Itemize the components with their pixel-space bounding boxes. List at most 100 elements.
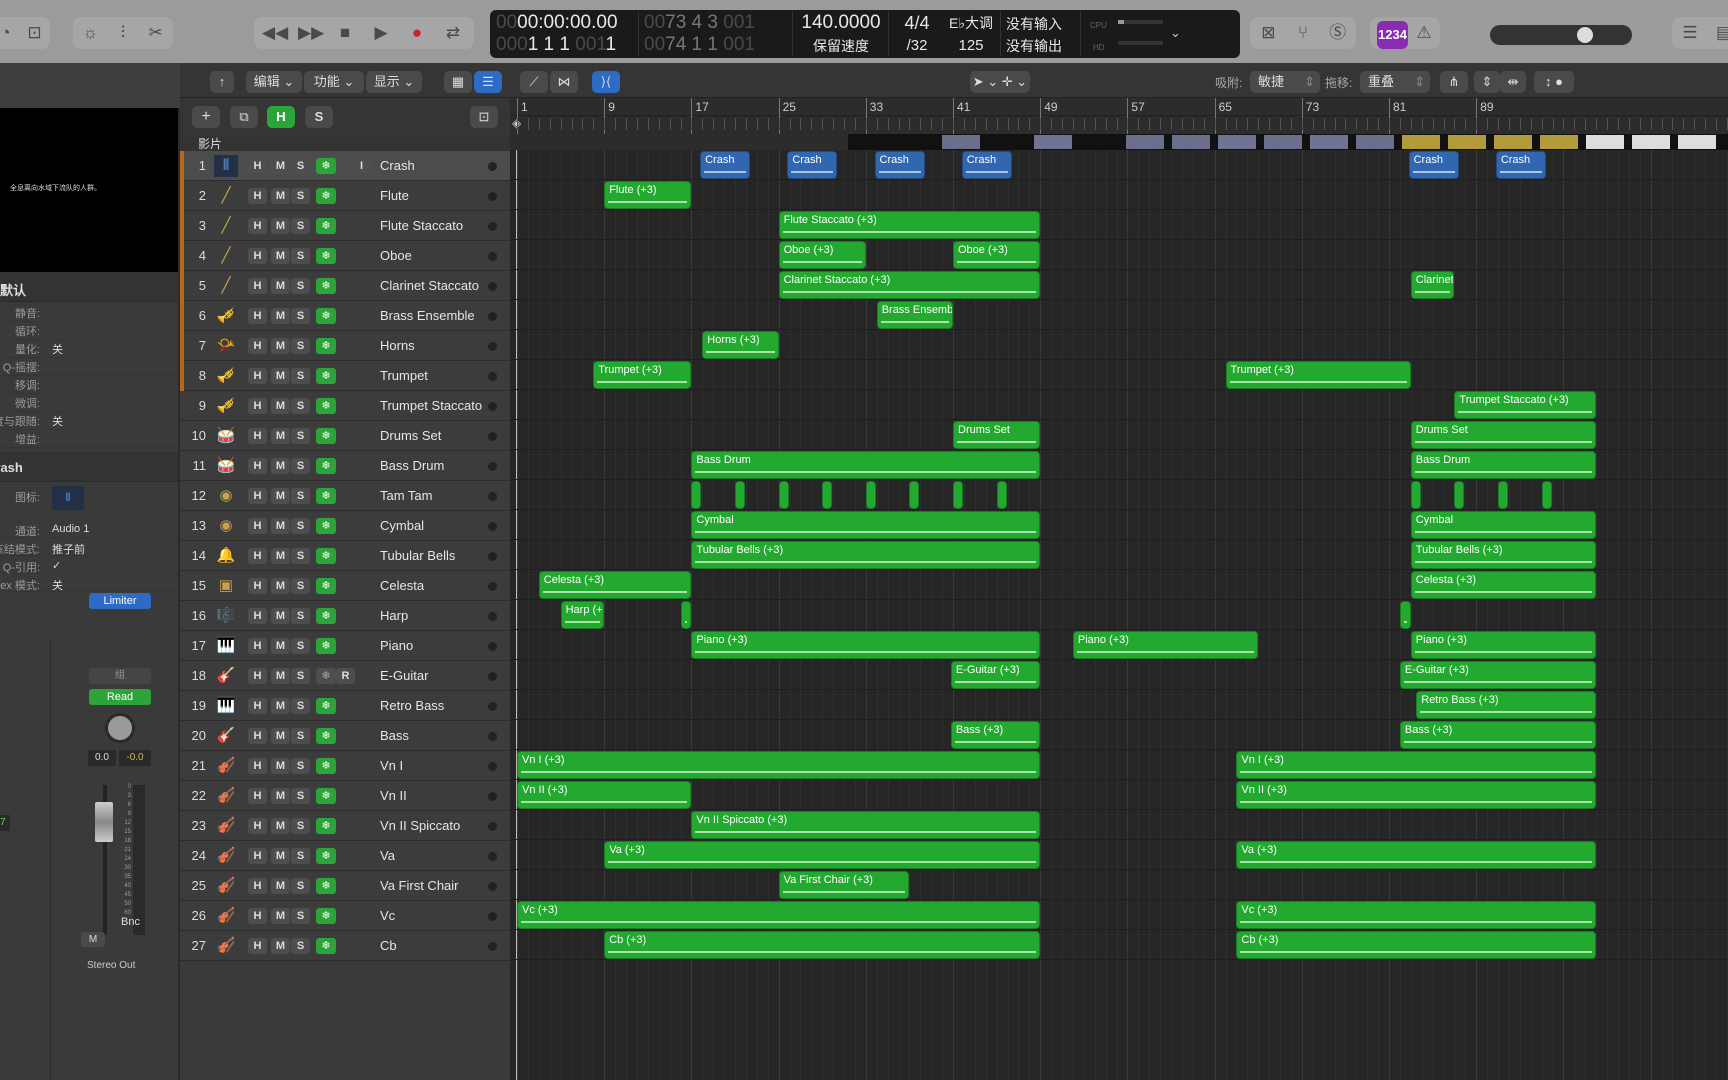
- audio-region[interactable]: Crash: [787, 151, 838, 179]
- mute-button[interactable]: M: [271, 728, 290, 744]
- forward-icon[interactable]: ▶▶: [298, 17, 324, 49]
- track-name[interactable]: Horns: [380, 338, 415, 353]
- midi-region[interactable]: Va First Chair (+3): [778, 871, 910, 899]
- bass-guitar-icon[interactable]: 🎸: [214, 725, 238, 747]
- solo-button[interactable]: S: [291, 818, 310, 834]
- solo-button[interactable]: S: [291, 848, 310, 864]
- record-icon[interactable]: ●: [406, 17, 428, 49]
- bells-icon[interactable]: 🔔: [214, 545, 238, 567]
- stop-icon[interactable]: ■: [334, 17, 356, 49]
- mute-button[interactable]: M: [271, 908, 290, 924]
- midi-region[interactable]: Bass (+3): [950, 721, 1041, 749]
- midi-region[interactable]: Vn II (+3): [1236, 781, 1597, 809]
- mute-button[interactable]: M: [271, 938, 290, 954]
- freeze-button[interactable]: ❄: [316, 158, 336, 174]
- vertical-zoom-icon[interactable]: ⇕: [1474, 71, 1500, 93]
- freeze-button[interactable]: ❄: [316, 488, 336, 504]
- midi-region[interactable]: Horns (+3): [702, 331, 779, 359]
- bass-drum-icon[interactable]: 🥁: [214, 455, 238, 477]
- ruler[interactable]: ◈ 1 9 17 25 33 41 49 57 65 73 81 89: [510, 98, 1728, 150]
- flute-icon[interactable]: ╱: [214, 185, 238, 207]
- master-volume-slider[interactable]: [1490, 25, 1632, 45]
- solo-toggle-button[interactable]: S: [305, 106, 333, 128]
- audio-waveform-icon[interactable]: ⫴: [52, 486, 84, 510]
- solo-button[interactable]: S: [291, 728, 310, 744]
- track-name[interactable]: Celesta: [380, 578, 424, 593]
- replace-icon[interactable]: ⊠: [1258, 17, 1279, 49]
- midi-region[interactable]: Drums Set: [1410, 421, 1597, 449]
- cymbal-icon[interactable]: ◉: [214, 515, 238, 537]
- count-in-button[interactable]: 1234: [1377, 21, 1408, 49]
- solo-button[interactable]: S: [291, 368, 310, 384]
- region-param-row[interactable]: 增益:: [0, 428, 178, 448]
- division[interactable]: /32: [892, 35, 942, 57]
- mute-button[interactable]: M: [271, 458, 290, 474]
- flute-icon[interactable]: ╱: [214, 215, 238, 237]
- solo-button[interactable]: S: [291, 248, 310, 264]
- midi-region[interactable]: Vc (+3): [517, 901, 1041, 929]
- midi-region[interactable]: Bass (+3): [1399, 721, 1597, 749]
- lcd-display[interactable]: 0000:00:00.00 0001 1 1 0011 0073 4 3 001…: [490, 10, 1240, 58]
- solo-button[interactable]: S: [291, 908, 310, 924]
- hide-button[interactable]: H: [248, 458, 267, 474]
- freeze-button[interactable]: ❄: [316, 788, 336, 804]
- track-name[interactable]: Flute Staccato: [380, 218, 463, 233]
- freeze-button[interactable]: ❄: [316, 218, 336, 234]
- list-editors-icon[interactable]: ☰: [1680, 17, 1700, 49]
- hide-button[interactable]: H: [248, 398, 267, 414]
- viola-icon[interactable]: 🎻: [214, 845, 238, 867]
- track-name[interactable]: Va First Chair: [380, 878, 459, 893]
- automation-mode[interactable]: Read: [89, 689, 151, 705]
- pan-knob[interactable]: [105, 713, 135, 743]
- oboe-icon[interactable]: ╱: [214, 245, 238, 267]
- midi-region[interactable]: Piano (+3): [691, 631, 1041, 659]
- violin-icon[interactable]: 🎻: [214, 755, 238, 777]
- track-name[interactable]: Cb: [380, 938, 397, 953]
- midi-region[interactable]: Bass Drum: [1410, 451, 1597, 479]
- tam-tam-region[interactable]: [1410, 481, 1421, 509]
- mute-button[interactable]: M: [271, 818, 290, 834]
- track-name[interactable]: Flute: [380, 188, 409, 203]
- midi-region[interactable]: Vn I (+3): [517, 751, 1041, 779]
- track-header-row[interactable]: 1 ⫴ H M S ❄ I Crash: [180, 151, 510, 181]
- mute-button[interactable]: M: [271, 698, 290, 714]
- play-icon[interactable]: ▶: [370, 17, 392, 49]
- midi-region[interactable]: Drums Set: [953, 421, 1041, 449]
- add-track-button[interactable]: +: [192, 106, 220, 128]
- freeze-button[interactable]: ❄: [316, 458, 336, 474]
- track-header-row[interactable]: 9 🎺 H M S ❄ Trumpet Staccato: [180, 391, 510, 421]
- audio-waveform-icon[interactable]: ⫴: [214, 155, 238, 177]
- tam-tam-region[interactable]: [691, 481, 702, 509]
- solo-button[interactable]: S: [291, 878, 310, 894]
- tam-tam-region[interactable]: [1454, 481, 1465, 509]
- hide-toggle-button[interactable]: H: [267, 106, 295, 128]
- contrabass-icon[interactable]: 🎻: [214, 935, 238, 957]
- track-name[interactable]: Clarinet Staccato: [380, 278, 479, 293]
- region-param-row[interactable]: 力度与跟随: 关: [0, 410, 178, 430]
- track-header-row[interactable]: 8 🎺 H M S ❄ Trumpet: [180, 361, 510, 391]
- mute-button[interactable]: M: [271, 308, 290, 324]
- celesta-icon[interactable]: ▣: [214, 575, 238, 597]
- hide-button[interactable]: H: [248, 788, 267, 804]
- flex-icon[interactable]: ⋈: [550, 71, 578, 93]
- midi-region[interactable]: Trumpet (+3): [1225, 361, 1411, 389]
- brass-icon[interactable]: 🎺: [214, 305, 238, 327]
- hide-button[interactable]: H: [248, 578, 267, 594]
- mute-button[interactable]: M: [271, 758, 290, 774]
- hide-button[interactable]: H: [248, 548, 267, 564]
- midi-region[interactable]: Bass Drum: [691, 451, 1041, 479]
- mute-button[interactable]: M: [271, 878, 290, 894]
- master-volume-knob[interactable]: [1577, 27, 1593, 43]
- view-menu[interactable]: 显示 ⌄: [366, 71, 422, 93]
- track-name[interactable]: Vn II Spiccato: [380, 818, 460, 833]
- hide-button[interactable]: H: [248, 158, 267, 174]
- solo-button[interactable]: S: [291, 518, 310, 534]
- piano-icon[interactable]: 🎹: [214, 635, 238, 657]
- solo-button[interactable]: S: [291, 578, 310, 594]
- track-header-row[interactable]: 19 🎹 H M S ❄ Retro Bass: [180, 691, 510, 721]
- track-name[interactable]: Retro Bass: [380, 698, 444, 713]
- key-signature[interactable]: E♭大调: [946, 12, 996, 34]
- guitar-icon[interactable]: 🎸: [214, 665, 238, 687]
- mute-button[interactable]: M: [271, 488, 290, 504]
- cello-icon[interactable]: 🎻: [214, 905, 238, 927]
